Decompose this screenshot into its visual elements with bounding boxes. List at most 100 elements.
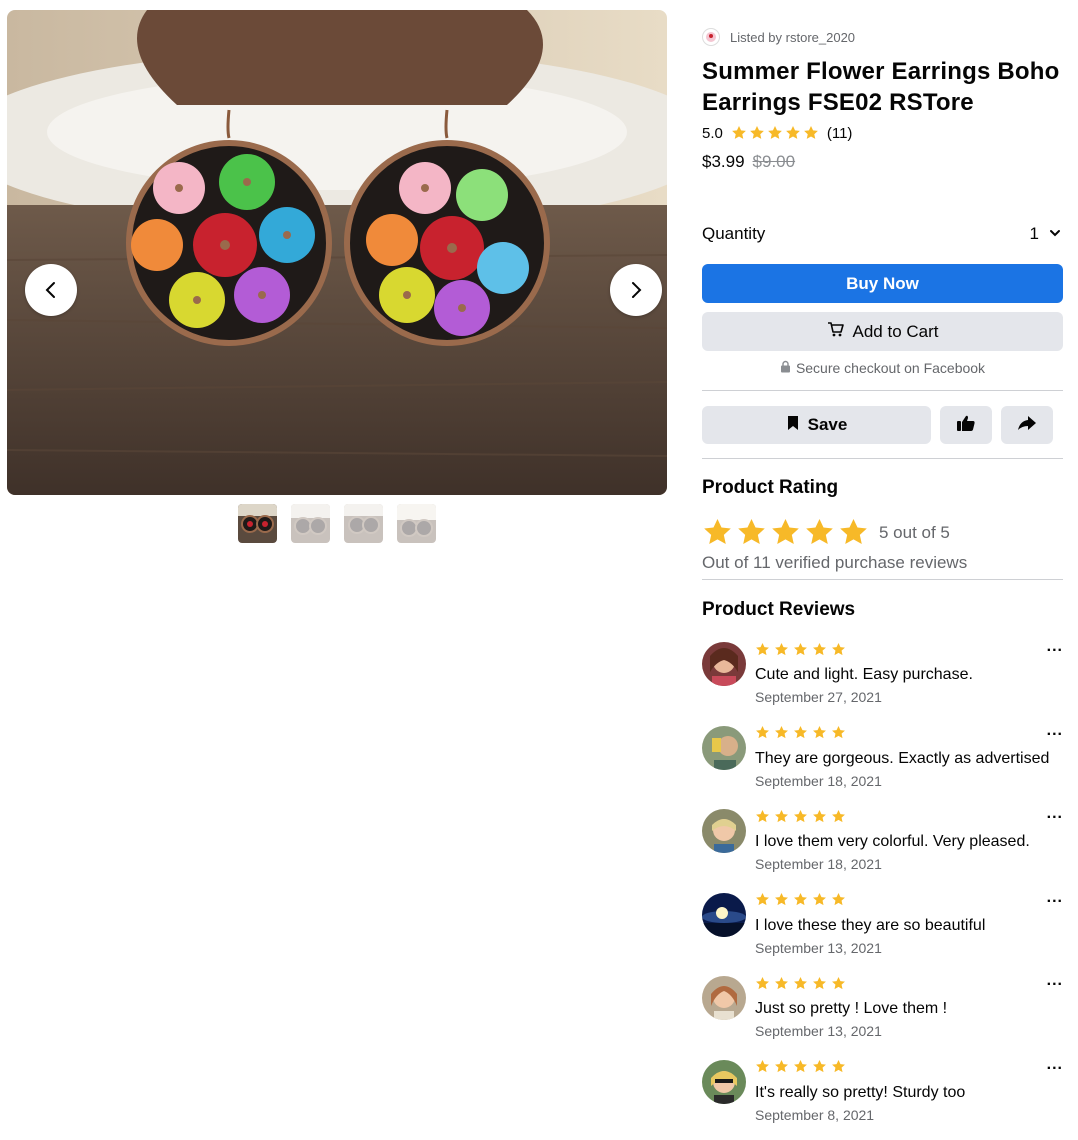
divider — [702, 458, 1063, 459]
star-icon — [793, 976, 808, 991]
reviewer-avatar[interactable] — [702, 976, 746, 1020]
product-reviews-heading: Product Reviews — [702, 599, 856, 620]
current-price: $3.99 — [702, 152, 745, 171]
share-button[interactable] — [1001, 406, 1053, 444]
bookmark-icon — [786, 415, 800, 436]
star-icon — [702, 517, 733, 548]
previous-image-button[interactable] — [25, 264, 77, 316]
price-line: $3.99 $9.00 — [702, 152, 1063, 172]
star-icon — [774, 976, 789, 991]
product-rating-stars — [702, 517, 869, 548]
review-stars — [755, 974, 947, 992]
star-icon — [803, 125, 819, 141]
quantity-dropdown[interactable]: 1 — [1030, 224, 1061, 244]
rating-summary: 5.0 (11) — [702, 122, 1063, 144]
verified-reviews-text: Out of 11 verified purchase reviews — [702, 553, 968, 572]
thumbnail-1[interactable] — [238, 504, 277, 543]
reviews-list: Cute and light. Easy purchase. September… — [702, 638, 1063, 1140]
review-stars — [755, 640, 973, 658]
chevron-left-icon — [41, 280, 61, 300]
star-icon — [838, 517, 869, 548]
quantity-selector[interactable]: Quantity 1 — [702, 224, 1063, 244]
star-icon — [831, 976, 846, 991]
reviewer-avatar[interactable] — [702, 809, 746, 853]
seller-text[interactable]: Listed by rstore_2020 — [730, 30, 855, 45]
review-text: They are gorgeous. Exactly as advertised — [755, 749, 1050, 767]
more-options-icon[interactable]: ... — [1047, 722, 1063, 740]
star-icon — [804, 517, 835, 548]
cart-icon — [827, 320, 845, 343]
star-icon — [812, 976, 827, 991]
more-options-icon[interactable]: ... — [1047, 1056, 1063, 1074]
add-to-cart-button[interactable]: Add to Cart — [702, 312, 1063, 351]
rating-value: 5.0 — [702, 124, 723, 142]
review-text: Just so pretty ! Love them ! — [755, 1000, 948, 1017]
reviewer-avatar[interactable] — [702, 1059, 746, 1104]
like-button[interactable] — [940, 406, 992, 444]
star-icon — [774, 892, 789, 907]
review-body: It's really so pretty! Sturdy too Septem… — [755, 1058, 965, 1123]
lock-icon — [780, 360, 791, 376]
reviewer-avatar[interactable] — [702, 642, 746, 686]
rating-stars — [731, 125, 819, 141]
chevron-down-icon — [1049, 224, 1061, 244]
review-text: Cute and light. Easy purchase. — [755, 666, 973, 683]
chevron-right-icon — [626, 280, 646, 300]
product-image-viewer[interactable] — [7, 10, 667, 495]
more-options-icon[interactable]: ... — [1047, 805, 1063, 823]
star-icon — [774, 725, 789, 740]
review-item: Cute and light. Easy purchase. September… — [702, 638, 1063, 724]
star-icon — [831, 1059, 846, 1074]
star-icon — [831, 809, 846, 824]
star-icon — [755, 892, 770, 907]
reviewer-avatar[interactable] — [702, 892, 746, 937]
review-body: I love them very colorful. Very pleased.… — [755, 807, 1030, 872]
more-options-icon[interactable]: ... — [1047, 972, 1063, 990]
review-body: Just so pretty ! Love them ! September 1… — [755, 974, 947, 1039]
add-to-cart-label: Add to Cart — [852, 321, 939, 341]
product-rating-heading: Product Rating — [702, 477, 839, 498]
star-icon — [812, 892, 827, 907]
quantity-value: 1 — [1029, 224, 1039, 243]
star-icon — [785, 125, 801, 141]
more-options-icon[interactable]: ... — [1047, 889, 1063, 907]
review-date: September 13, 2021 — [755, 939, 882, 956]
rating-count[interactable]: (11) — [827, 125, 853, 142]
reviewer-avatar[interactable] — [702, 725, 746, 770]
thumbnail-2[interactable] — [291, 504, 330, 543]
review-item: I love them very colorful. Very pleased.… — [702, 805, 1063, 891]
secure-checkout-text: Secure checkout on Facebook — [795, 360, 986, 376]
seller-avatar[interactable] — [702, 28, 720, 46]
review-item: They are gorgeous. Exactly as advertised… — [702, 722, 1063, 808]
star-icon — [731, 125, 747, 141]
star-icon — [774, 642, 789, 657]
product-photo — [7, 10, 667, 495]
thumbnail-strip — [238, 504, 436, 543]
next-image-button[interactable] — [610, 264, 662, 316]
review-stars — [755, 1058, 965, 1076]
star-icon — [812, 642, 827, 657]
review-stars — [755, 891, 985, 909]
star-icon — [793, 725, 808, 740]
thumbnail-3[interactable] — [344, 504, 383, 543]
review-date: September 13, 2021 — [755, 1023, 882, 1039]
star-icon — [831, 642, 846, 657]
save-button[interactable]: Save — [702, 406, 931, 444]
buy-now-button[interactable]: Buy Now — [702, 264, 1063, 303]
star-icon — [755, 976, 770, 991]
thumbnail-4[interactable] — [397, 504, 436, 543]
star-icon — [755, 725, 770, 740]
product-details-panel: Listed by rstore_2020 Summer Flower Earr… — [702, 26, 1063, 1123]
star-icon — [767, 125, 783, 141]
star-icon — [831, 892, 846, 907]
divider — [702, 579, 1063, 580]
star-icon — [793, 892, 808, 907]
original-price: $9.00 — [752, 152, 796, 171]
star-icon — [793, 642, 808, 657]
star-icon — [774, 809, 789, 824]
star-icon — [770, 517, 801, 548]
review-body: Cute and light. Easy purchase. September… — [755, 640, 973, 705]
share-icon — [1017, 414, 1037, 437]
review-item: It's really so pretty! Sturdy too Septem… — [702, 1056, 1063, 1140]
more-options-icon[interactable]: ... — [1047, 638, 1063, 656]
